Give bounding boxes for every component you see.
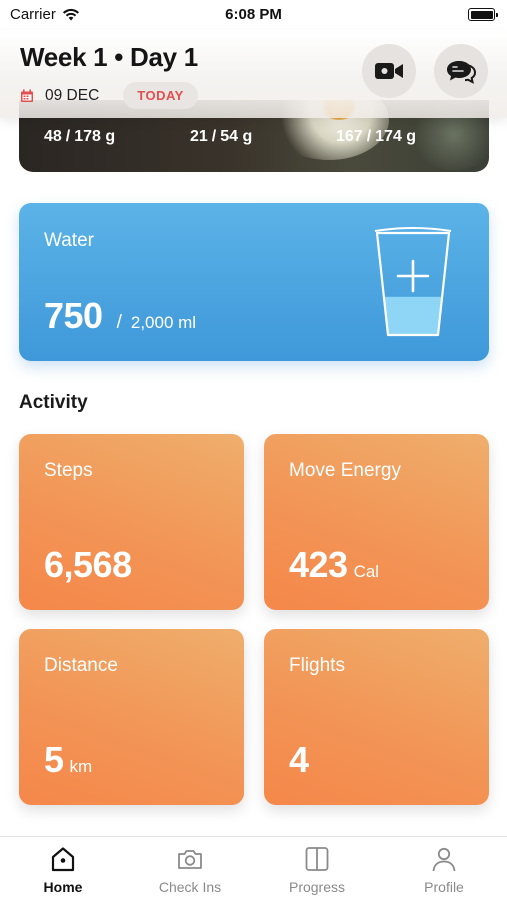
macro-current: 48 xyxy=(44,128,62,145)
water-amount: 750 / 2,000 ml xyxy=(44,295,196,337)
macro-slash: / xyxy=(211,128,217,145)
status-bar: Carrier 6:08 PM xyxy=(0,0,507,30)
profile-icon xyxy=(432,847,456,872)
tab-bar: Home Check Ins Progress Profile xyxy=(0,836,507,900)
macro-total: 174 g xyxy=(375,128,417,145)
date-row: 09 DEC TODAY xyxy=(20,82,198,109)
tab-progress[interactable]: Progress xyxy=(254,837,380,900)
water-separator: / xyxy=(116,312,122,333)
tab-profile-label: Profile xyxy=(424,879,464,895)
distance-value-row: 5 km xyxy=(44,739,92,781)
distance-label: Distance xyxy=(44,655,118,676)
water-glass-plus-icon[interactable] xyxy=(372,225,454,341)
tab-home-label: Home xyxy=(43,879,83,895)
macro-total: 178 g xyxy=(74,128,116,145)
move-energy-value: 423 xyxy=(289,544,348,585)
chat-bubbles-icon xyxy=(447,61,477,84)
water-card[interactable]: Water 750 / 2,000 ml xyxy=(19,203,489,361)
status-time: 6:08 PM xyxy=(225,6,282,23)
distance-value: 5 xyxy=(44,739,64,780)
tab-home[interactable]: Home xyxy=(0,837,126,900)
macro-protein: 48 / 178 g xyxy=(44,128,115,146)
page-title: Week 1 • Day 1 xyxy=(20,42,198,72)
home-icon xyxy=(51,847,75,872)
camera-icon xyxy=(178,850,202,869)
flights-value-row: 4 xyxy=(289,739,309,781)
chat-button[interactable] xyxy=(434,44,488,98)
macro-slash: / xyxy=(65,128,71,145)
video-call-button[interactable] xyxy=(362,44,416,98)
video-camera-icon xyxy=(375,63,403,79)
macro-current: 167 xyxy=(336,128,363,145)
distance-card[interactable]: Distance 5 km xyxy=(19,629,244,805)
move-energy-value-row: 423 Cal xyxy=(289,544,379,586)
steps-value: 6,568 xyxy=(44,544,132,585)
distance-unit: km xyxy=(69,757,93,776)
steps-value-row: 6,568 xyxy=(44,544,132,586)
day-header: Week 1 • Day 1 09 DEC TODAY xyxy=(0,30,507,118)
macro-carbs: 167 / 174 g xyxy=(336,128,416,146)
macro-current: 21 xyxy=(190,128,208,145)
steps-label: Steps xyxy=(44,460,93,481)
tab-progress-label: Progress xyxy=(288,879,346,895)
date-label: 09 DEC xyxy=(45,86,100,104)
flights-label: Flights xyxy=(289,655,345,676)
macro-fat: 21 / 54 g xyxy=(190,128,252,146)
progress-book-icon xyxy=(305,847,329,871)
water-goal-value: 2,000 ml xyxy=(130,313,197,332)
macro-total: 54 g xyxy=(220,128,253,145)
move-energy-label: Move Energy xyxy=(289,460,401,481)
move-energy-unit: Cal xyxy=(353,562,380,581)
battery-icon xyxy=(468,8,498,21)
activity-heading: Activity xyxy=(19,392,88,413)
tab-check-ins-label: Check Ins xyxy=(158,879,222,895)
move-energy-card[interactable]: Move Energy 423 Cal xyxy=(264,434,489,610)
today-button[interactable]: TODAY xyxy=(123,82,198,109)
water-label: Water xyxy=(44,230,94,251)
flights-card[interactable]: Flights 4 xyxy=(264,629,489,805)
tab-check-ins[interactable]: Check Ins xyxy=(127,837,253,900)
tab-profile[interactable]: Profile xyxy=(381,837,507,900)
macro-slash: / xyxy=(366,128,372,145)
water-current-value: 750 xyxy=(44,295,103,336)
calendar-icon xyxy=(21,89,33,102)
steps-card[interactable]: Steps 6,568 xyxy=(19,434,244,610)
flights-value: 4 xyxy=(289,739,309,780)
